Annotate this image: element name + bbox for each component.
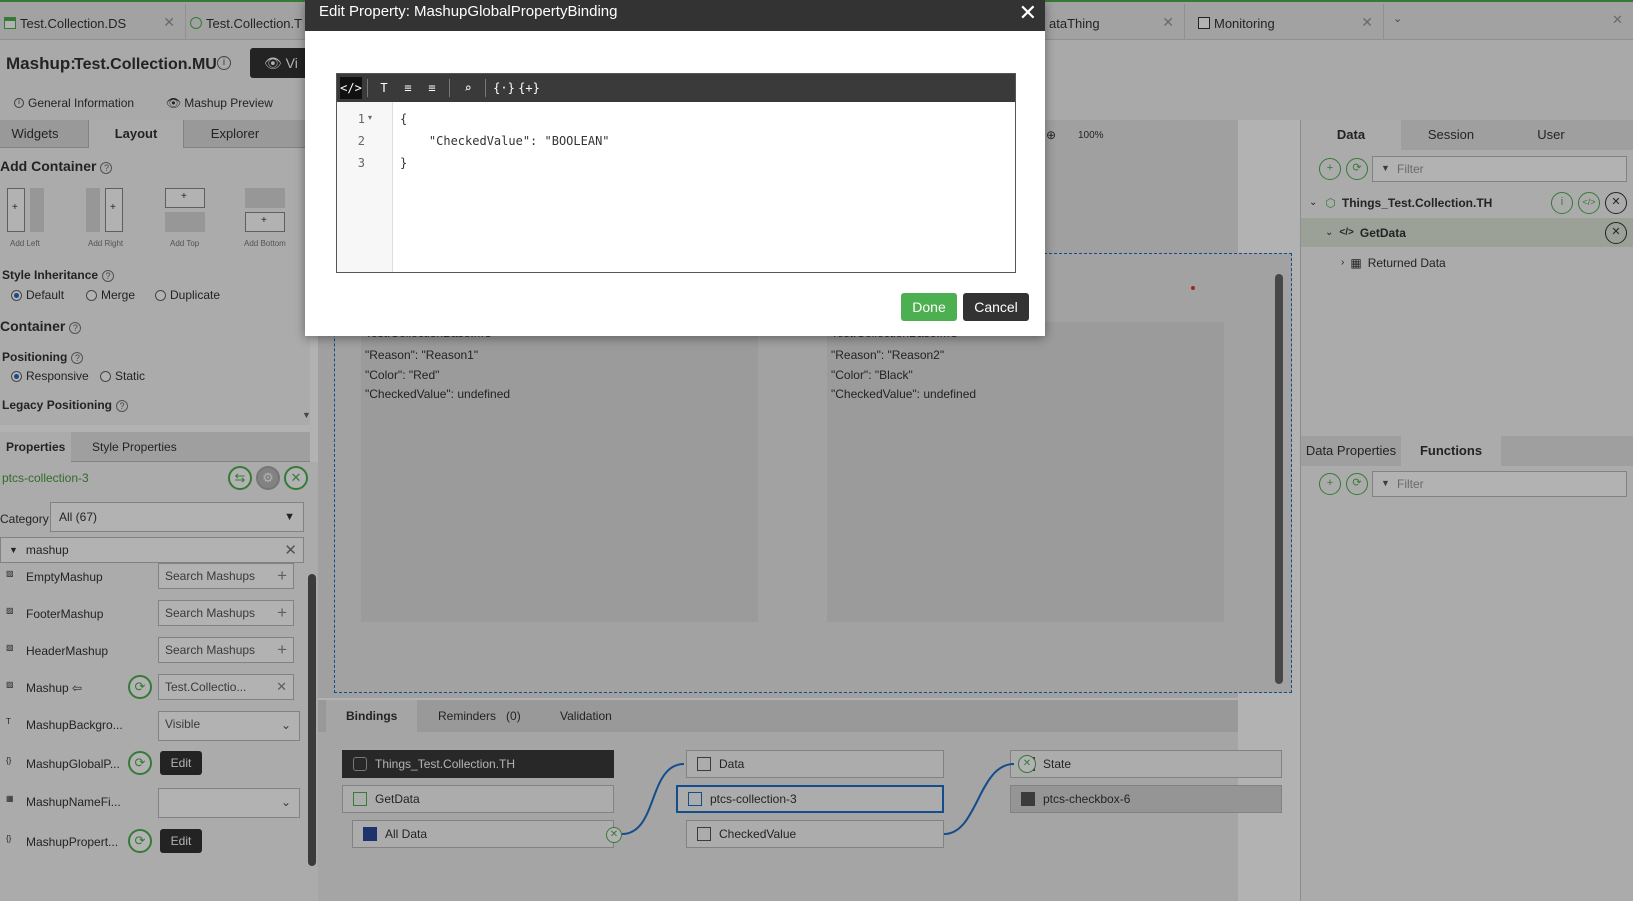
code-line-1: { bbox=[400, 112, 408, 126]
dialog-title: Edit Property: MashupGlobalPropertyBindi… bbox=[319, 3, 618, 20]
align-left-icon[interactable]: ≡ bbox=[397, 77, 419, 99]
font-size-icon[interactable]: T bbox=[373, 77, 395, 99]
dialog-header: Edit Property: MashupGlobalPropertyBindi… bbox=[305, 0, 1045, 31]
search-icon[interactable]: ⌕ bbox=[457, 77, 479, 99]
editor-toolbar: </> T ≡ ≡ ⌕ {·} {+} bbox=[337, 74, 1015, 102]
expand-braces-icon[interactable]: {+} bbox=[518, 77, 540, 99]
done-button[interactable]: Done bbox=[901, 293, 957, 321]
collapse-braces-icon[interactable]: {·} bbox=[493, 77, 515, 99]
edit-property-dialog: Edit Property: MashupGlobalPropertyBindi… bbox=[305, 0, 1045, 336]
code-view-icon[interactable]: </> bbox=[340, 77, 362, 99]
cancel-button[interactable]: Cancel bbox=[963, 293, 1029, 321]
code-line-3: } bbox=[400, 156, 408, 170]
line-number-gutter: 1 ▾ 2 3 bbox=[337, 102, 393, 272]
close-icon[interactable]: ✕ bbox=[1019, 1, 1037, 25]
fold-icon[interactable]: ▾ bbox=[368, 113, 372, 122]
align-right-icon[interactable]: ≡ bbox=[421, 77, 443, 99]
code-line-2: "CheckedValue": "BOOLEAN" bbox=[400, 134, 610, 148]
json-editor[interactable]: </> T ≡ ≡ ⌕ {·} {+} 1 ▾ 2 3 { "CheckedVa… bbox=[336, 73, 1016, 273]
